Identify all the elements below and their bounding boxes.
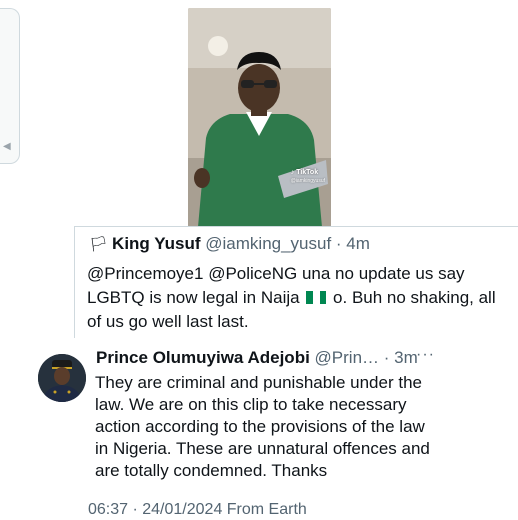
tiktok-brand: TikTok (296, 169, 319, 176)
chevron-left-icon[interactable]: ◀ (3, 141, 11, 152)
quoted-tweet-header: 🏳 King Yusuf @iamking_yusuf · 4m (89, 234, 370, 254)
side-panel-edge[interactable]: ◀ (0, 8, 20, 164)
quoted-tweet-text: @Princemoye1 @PoliceNG una no update us … (87, 262, 497, 334)
tiktok-handle: @iamkingyusuf (290, 178, 325, 184)
video-frame (188, 8, 331, 227)
quoted-author-meta[interactable]: @iamking_yusuf · 4m (205, 234, 370, 253)
avatar-image (38, 354, 86, 402)
quoted-tweet[interactable]: 🏳 King Yusuf @iamking_yusuf · 4m @Princem… (74, 226, 518, 338)
reply-author-name[interactable]: Prince Olumuyiwa Adejobi (96, 348, 310, 367)
tiktok-icon: ♪ (290, 169, 295, 176)
avatar[interactable] (38, 354, 86, 402)
reply-tweet-text: They are criminal and punishable under t… (95, 373, 430, 480)
nigeria-flag-icon (306, 287, 327, 304)
flag-stripe (306, 291, 313, 304)
reply-tweet-header: Prince Olumuyiwa Adejobi @Prin… · 3m (96, 348, 418, 368)
rainbow-flag-icon: 🏳 (89, 236, 109, 253)
reply-author-meta[interactable]: @Prin… · 3m (315, 348, 418, 367)
tweet-timestamp[interactable]: 06:37 · 24/01/2024 From Earth (88, 501, 307, 519)
reply-tweet[interactable]: Prince Olumuyiwa Adejobi @Prin… · 3m ···… (0, 338, 518, 520)
more-options-icon[interactable]: ··· (416, 346, 435, 364)
flag-stripe (319, 291, 327, 304)
flag-stripe (312, 291, 320, 304)
tiktok-watermark: ♪ TikTok @iamkingyusuf (291, 168, 325, 186)
video-thumbnail[interactable]: ♪ TikTok @iamkingyusuf (188, 8, 331, 227)
quoted-author-name[interactable]: King Yusuf (112, 234, 200, 253)
